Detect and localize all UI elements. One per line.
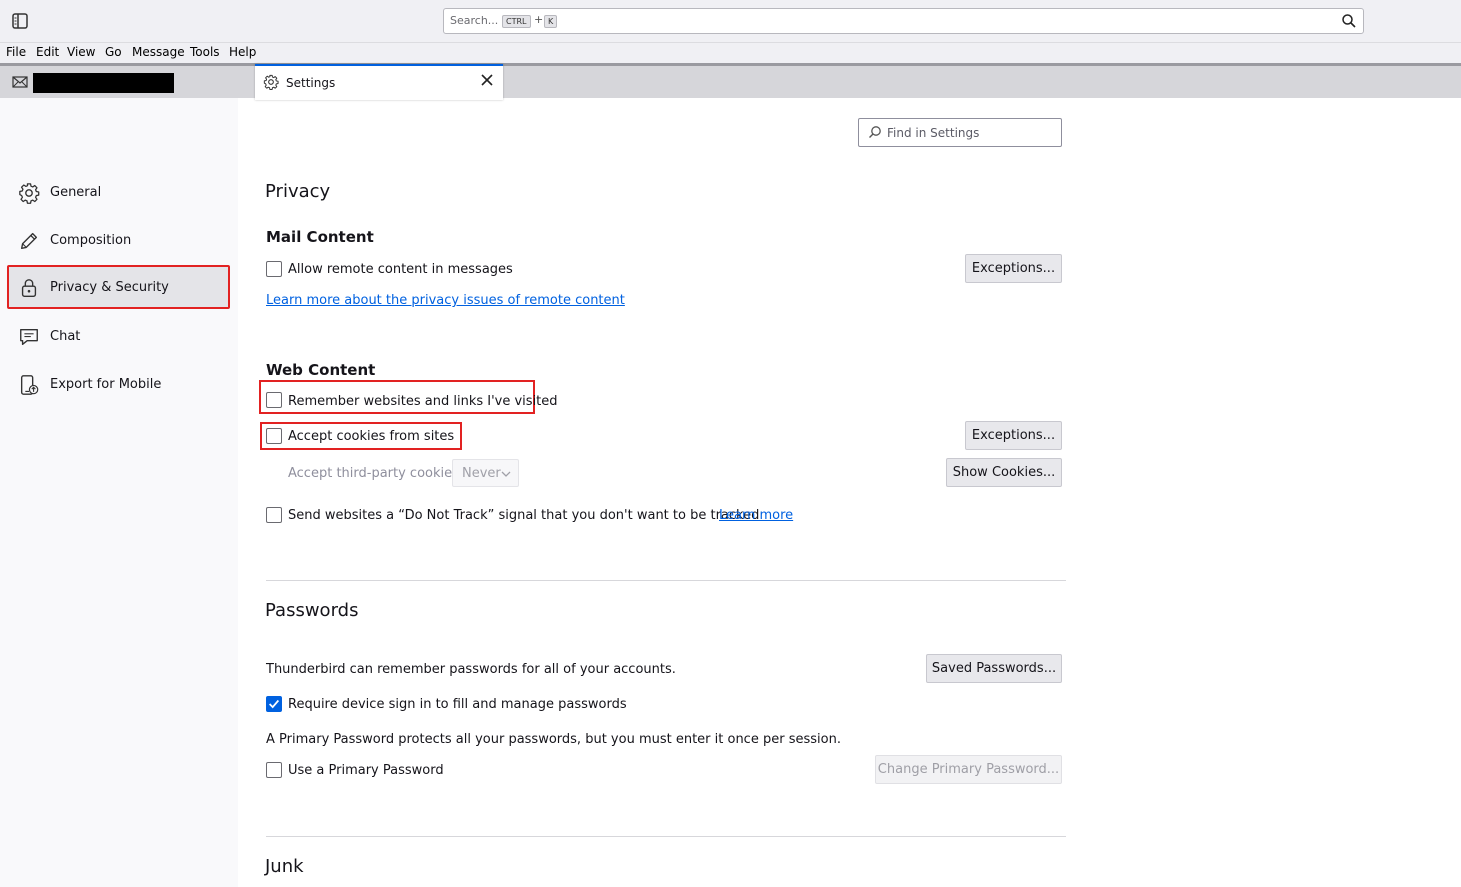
primary-password-info: A Primary Password protects all your pas… <box>266 732 841 747</box>
sidebar-item-label: General <box>50 185 102 200</box>
section-divider <box>266 580 1066 581</box>
settings-sidebar: General Composition Privacy & Security C… <box>0 98 238 887</box>
kbd-plus: + <box>534 13 544 26</box>
change-primary-password-button[interactable]: Change Primary Password... <box>875 755 1062 784</box>
require-device-sign-in-checkbox[interactable] <box>266 696 282 712</box>
global-search-input[interactable]: Search... CTRL + K <box>443 8 1364 34</box>
accept-cookies-checkbox[interactable] <box>266 428 282 444</box>
menu-help[interactable]: Help <box>229 45 256 59</box>
passwords-remember-text: Thunderbird can remember passwords for a… <box>266 662 676 677</box>
web-content-heading: Web Content <box>266 361 376 379</box>
use-primary-password-checkbox[interactable] <box>266 762 282 778</box>
search-placeholder: Search... <box>450 14 499 27</box>
redacted-tab-title <box>33 73 174 93</box>
privacy-heading: Privacy <box>265 181 331 202</box>
menu-file[interactable]: File <box>6 45 26 59</box>
sidebar-toggle-icon[interactable] <box>11 12 29 30</box>
menu-tools[interactable]: Tools <box>190 45 220 59</box>
remember-websites-checkbox[interactable] <box>266 392 282 408</box>
remote-content-learn-more-link[interactable]: Learn more about the privacy issues of r… <box>266 293 625 308</box>
sidebar-item-export-mobile[interactable]: Export for Mobile <box>8 363 228 405</box>
gear-icon <box>19 183 40 204</box>
tab-settings-label: Settings <box>286 76 336 90</box>
envelope-icon <box>12 76 28 88</box>
third-party-cookies-select[interactable]: Never <box>452 459 519 487</box>
menu-view[interactable]: View <box>67 45 95 59</box>
junk-heading: Junk <box>265 856 304 877</box>
remote-content-exceptions-button[interactable]: Exceptions... <box>965 254 1062 283</box>
sidebar-item-composition[interactable]: Composition <box>8 219 228 261</box>
sidebar-item-label: Privacy & Security <box>50 280 169 295</box>
mail-content-heading: Mail Content <box>266 228 374 246</box>
checkmark-icon <box>269 699 280 709</box>
tab-mail[interactable] <box>0 66 254 98</box>
remember-websites-label: Remember websites and links I've visited <box>288 394 558 409</box>
require-device-sign-in-label: Require device sign in to fill and manag… <box>288 697 627 712</box>
sidebar-item-label: Composition <box>50 233 132 248</box>
tab-settings[interactable]: Settings <box>255 64 503 100</box>
use-primary-password-label: Use a Primary Password <box>288 763 444 778</box>
allow-remote-content-checkbox[interactable] <box>266 261 282 277</box>
kbd-k: K <box>544 15 558 28</box>
sidebar-item-general[interactable]: General <box>8 171 228 213</box>
chat-icon <box>20 328 38 346</box>
kbd-ctrl: CTRL <box>502 15 531 28</box>
passwords-heading: Passwords <box>265 600 359 621</box>
top-toolbar: Search... CTRL + K <box>0 0 1461 43</box>
cookies-exceptions-button[interactable]: Exceptions... <box>965 421 1062 450</box>
do-not-track-learn-more-link[interactable]: Learn more <box>719 508 793 523</box>
do-not-track-checkbox[interactable] <box>266 507 282 523</box>
saved-passwords-button[interactable]: Saved Passwords... <box>926 654 1062 683</box>
third-party-cookies-value: Never <box>462 466 501 481</box>
pencil-icon <box>20 232 38 250</box>
chevron-down-icon <box>501 471 511 477</box>
gear-icon <box>263 74 279 90</box>
menu-message[interactable]: Message <box>132 45 185 59</box>
sidebar-item-chat[interactable]: Chat <box>8 315 228 357</box>
sidebar-item-privacy-security[interactable]: Privacy & Security <box>7 265 230 309</box>
lock-icon <box>21 279 37 297</box>
mobile-export-icon <box>20 375 39 395</box>
sidebar-item-label: Export for Mobile <box>50 377 162 392</box>
menu-go[interactable]: Go <box>105 45 122 59</box>
allow-remote-content-label: Allow remote content in messages <box>288 262 513 277</box>
menu-edit[interactable]: Edit <box>36 45 59 59</box>
find-in-settings-input[interactable]: Find in Settings <box>858 118 1062 147</box>
section-divider <box>266 836 1066 837</box>
find-placeholder: Find in Settings <box>887 126 980 140</box>
third-party-cookies-label: Accept third-party cookies: <box>288 466 464 481</box>
close-icon[interactable] <box>479 72 495 88</box>
search-icon <box>869 126 881 138</box>
accept-cookies-label: Accept cookies from sites <box>288 429 455 444</box>
search-icon[interactable] <box>1341 13 1357 29</box>
tab-strip: Settings <box>0 63 1461 100</box>
do-not-track-label: Send websites a “Do Not Track” signal th… <box>288 508 760 523</box>
sidebar-item-label: Chat <box>50 329 81 344</box>
show-cookies-button[interactable]: Show Cookies... <box>946 458 1062 487</box>
menu-bar: File Edit View Go Message Tools Help <box>0 43 1461 63</box>
